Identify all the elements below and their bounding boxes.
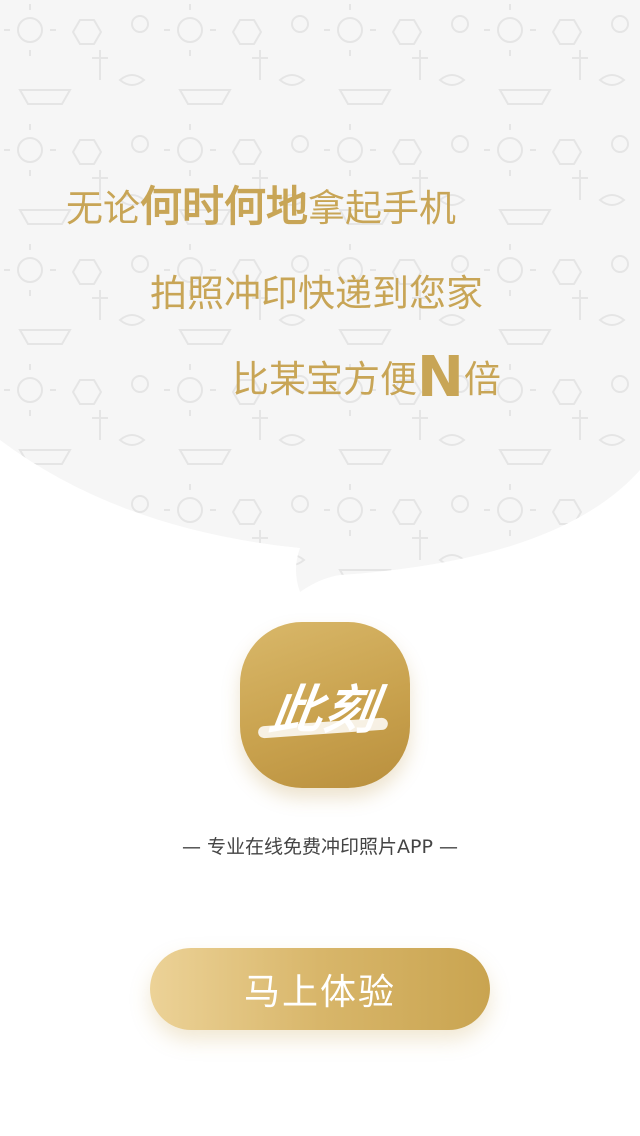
app-logo: 此刻 [240, 622, 410, 788]
headline-line-1: 无论何时何地拿起手机 [66, 186, 456, 228]
headline-line-2: 拍照冲印快递到您家 [150, 272, 483, 315]
welcome-screen: 无论何时何地拿起手机 拍照冲印快递到您家 比某宝方便N倍 此刻 — 专业在线免费… [0, 0, 640, 1136]
headline-line-3-suffix: 倍 [463, 358, 501, 401]
headline-line-3: 比某宝方便N倍 [232, 350, 501, 406]
headline-line-1-suffix: 拿起手机 [308, 187, 457, 230]
headline-line-1-prefix: 无论 [66, 187, 140, 230]
headline-line-3-prefix: 比某宝方便 [232, 358, 417, 401]
app-tagline: — 专业在线免费冲印照片APP — [182, 836, 458, 858]
try-now-button[interactable]: 马上体验 [150, 948, 490, 1030]
headline-line-1-emphasis: 何时何地 [140, 182, 309, 231]
headline-line-3-emphasis: N [417, 345, 464, 410]
